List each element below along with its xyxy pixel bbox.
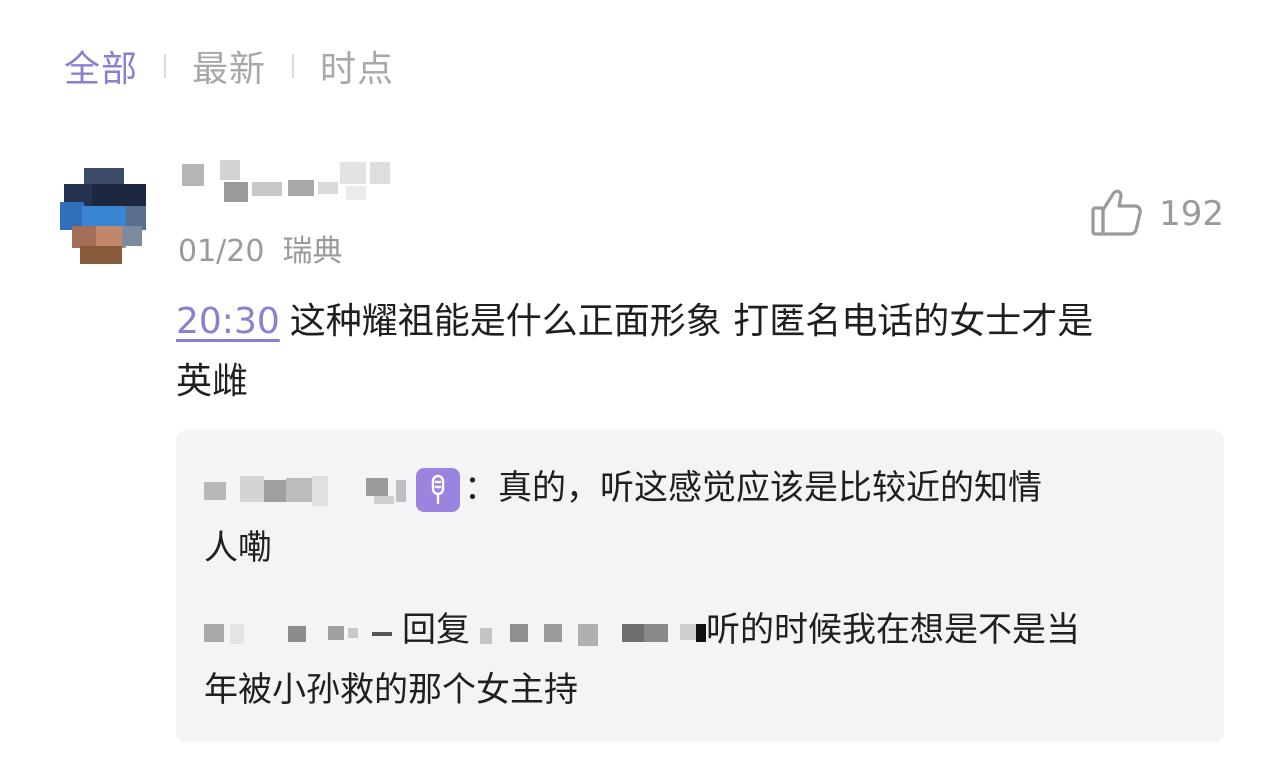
like-button[interactable]: 192 [1089,184,1224,244]
tab-timepoint[interactable]: 时点 [320,40,394,92]
reply-item[interactable]: ：真的，听这感觉应该是比较近的知情 人嘞 [204,458,1194,578]
reply-text-line1: ：真的，听这感觉应该是比较近的知情 [464,468,1042,508]
tab-latest[interactable]: 最新 [192,40,266,92]
tab-divider [164,54,167,78]
comment-body: 20:30 这种耀祖能是什么正面形象 打匿名电话的女士才是 英雌 [176,292,1216,412]
replies-panel: ：真的，听这感觉应该是比较近的知情 人嘞 回复 听的时候我在想是不是当 年被小孙… [176,430,1224,742]
reply-text-line2: 年被小孙救的那个女主持 [204,670,578,710]
comment-text-line1: 这种耀祖能是什么正面形象 打匿名电话的女士才是 [289,301,1094,342]
avatar[interactable] [60,168,146,264]
microphone-icon [416,467,460,512]
tab-divider [292,54,295,78]
comment-date: 01/20 [178,234,265,269]
comment-meta: 01/20 瑞典 [178,226,342,270]
filter-tabs: 全部 最新 时点 [64,40,394,92]
comment-text-line2: 英雌 [176,361,249,402]
tab-all[interactable]: 全部 [64,40,138,92]
thumbs-up-icon [1089,184,1145,244]
like-count: 192 [1159,194,1224,234]
reply-username-obscured[interactable] [204,470,416,510]
reply-text-line1: 听的时候我在想是不是当 [706,610,1080,650]
comment-location: 瑞典 [282,234,343,269]
username-obscured[interactable] [180,160,410,204]
reply-target-obscured[interactable] [474,612,706,652]
reply-text-line2: 人嘞 [204,528,272,568]
reply-to-label: 回复 [402,610,470,650]
reply-item[interactable]: 回复 听的时候我在想是不是当 年被小孙救的那个女主持 [204,600,1194,720]
timestamp-link[interactable]: 20:30 [176,301,280,342]
reply-username-obscured[interactable] [204,612,400,652]
